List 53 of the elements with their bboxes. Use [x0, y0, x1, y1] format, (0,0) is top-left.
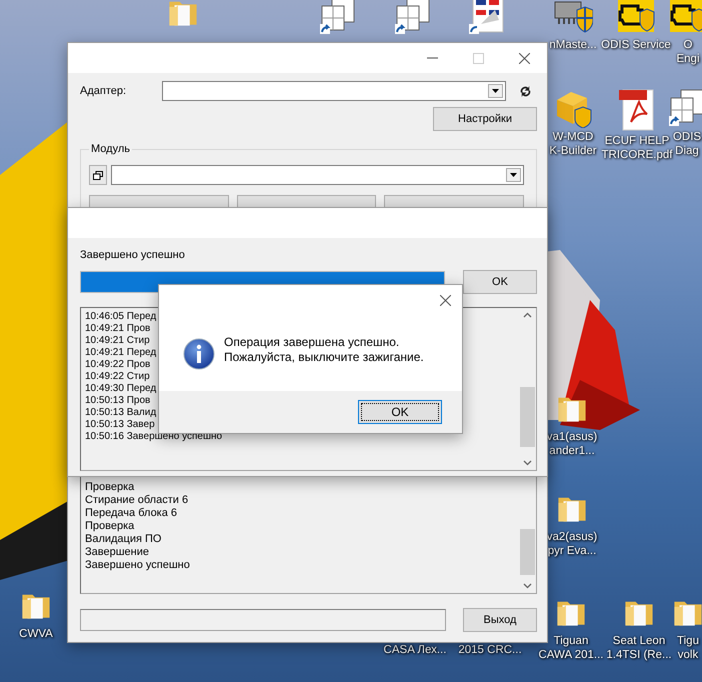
log-line: Проверка [85, 481, 134, 494]
module-group-label: Модуль [90, 143, 131, 155]
scrollbar-thumb[interactable] [520, 387, 535, 447]
adapter-label: Адаптер: [80, 85, 128, 97]
icon-label[interactable]: CASA Лех... [384, 643, 446, 657]
message-text: Операция завершена успешно. [224, 335, 400, 350]
log-line: 10:49:21 Пров [85, 323, 150, 335]
info-icon [183, 338, 215, 370]
maximize-icon [472, 52, 484, 64]
log-line: Валидация ПО [85, 533, 162, 546]
settings-button[interactable]: Настройки [433, 107, 537, 131]
log-line: Проверка [85, 520, 134, 533]
window-icon-button[interactable] [89, 165, 107, 185]
log-line: 10:49:22 Стир [85, 371, 150, 383]
log-line: Стирание области 6 [85, 494, 188, 507]
caret-icon [492, 89, 499, 93]
chevron-up-icon[interactable] [523, 312, 532, 318]
chevron-down-icon[interactable] [523, 460, 532, 466]
close-icon [518, 52, 530, 64]
icon-label[interactable]: Tiguan CAWA 201... [538, 634, 604, 662]
status-text: Завершено успешно [80, 248, 185, 262]
log-line: 10:49:30 Перед [85, 383, 156, 395]
ok-button[interactable]: OK [358, 400, 442, 424]
log-line: Завершение [85, 546, 149, 559]
log-line: 10:50:16 Завершено успешно [85, 431, 222, 443]
log-line: 10:50:13 Пров [85, 395, 150, 407]
chevron-down-icon[interactable] [523, 583, 532, 589]
icon-label[interactable]: Seat Leon 1.4TSI (Re... [606, 634, 672, 662]
log-line: 10:50:13 Валид [85, 407, 156, 419]
scrollbar-thumb[interactable] [520, 529, 535, 575]
log-line: 10:50:13 Завер [85, 419, 155, 431]
log-line: 10:49:21 Перед [85, 347, 156, 359]
log-line: Передача блока 6 [85, 507, 178, 520]
icon-label[interactable]: CWVA [19, 627, 53, 641]
adapter-dropdown[interactable] [162, 81, 506, 101]
close-icon [440, 294, 450, 306]
log-line: 10:46:05 Перед [85, 311, 156, 323]
minimize-icon [426, 57, 438, 59]
log-line: Завершено успешно [85, 559, 190, 572]
window-shortcut-icon[interactable] [667, 88, 702, 128]
icon-label[interactable]: 2015 CRC... [458, 643, 522, 657]
caret-icon [510, 173, 517, 177]
log-line: 10:49:21 Стир [85, 335, 150, 347]
exit-button[interactable]: Выход [463, 608, 537, 632]
window-icon [93, 170, 103, 180]
icon-label[interactable]: Tigu volk [677, 634, 699, 662]
ok-button[interactable]: OK [463, 270, 537, 294]
message-text: Пожалуйста, выключите зажигание. [224, 350, 424, 365]
icon-label[interactable]: va2(asus) pyr Eva... [546, 530, 598, 558]
refresh-icon[interactable] [518, 84, 533, 98]
log-line: 10:49:22 Пров [85, 359, 150, 371]
icon-label[interactable]: va1(asus) ander1... [546, 430, 598, 458]
module-dropdown[interactable] [111, 165, 524, 185]
